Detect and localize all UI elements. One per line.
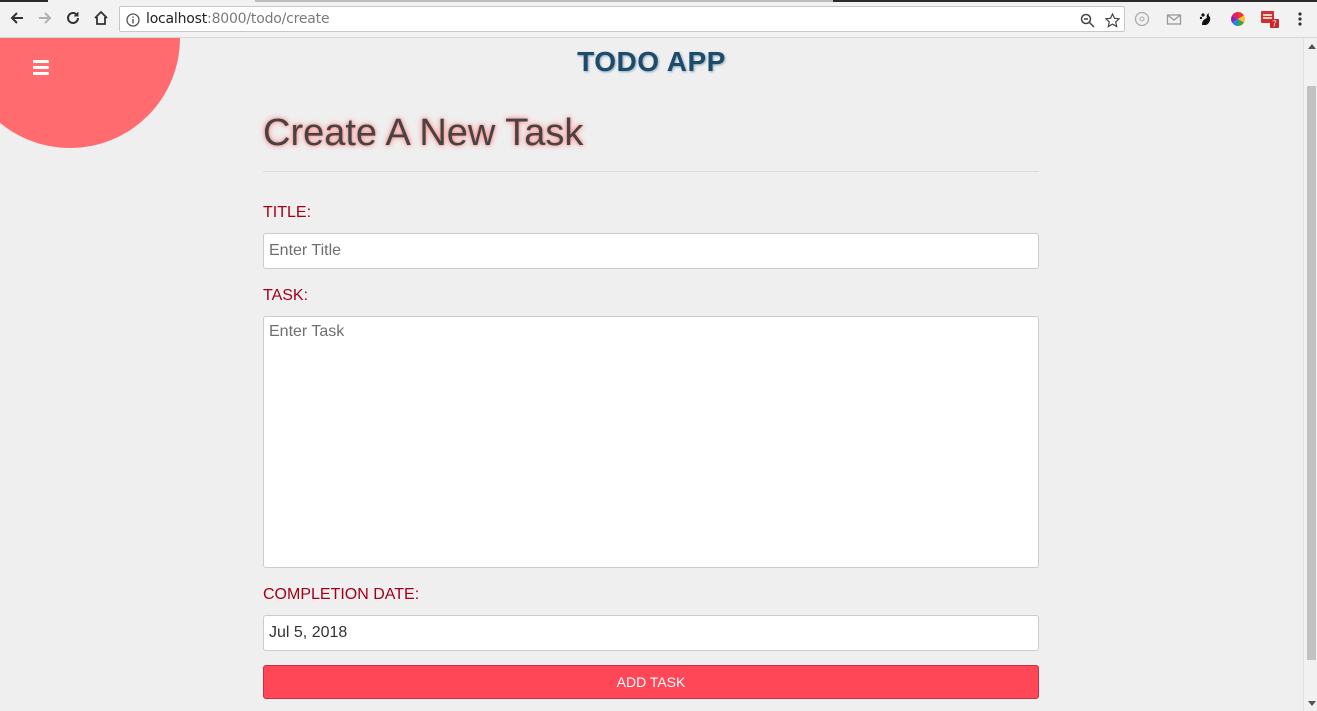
- tab-edge: [833, 0, 1317, 2]
- create-task-form: Create A New Task TITLE: TASK: COMPLETIO…: [263, 110, 1039, 699]
- scroll-down-icon[interactable]: [1307, 699, 1316, 707]
- completion-date-input[interactable]: Jul 5, 2018: [263, 615, 1039, 651]
- scroll-up-icon[interactable]: [1307, 42, 1316, 50]
- url-host: localhost: [146, 11, 208, 27]
- extension-gnome-icon[interactable]: [1196, 9, 1216, 29]
- task-textarea[interactable]: [263, 316, 1039, 568]
- title-label: TITLE:: [263, 204, 312, 221]
- reload-icon[interactable]: [62, 7, 84, 29]
- completion-date-label: COMPLETION DATE:: [263, 586, 420, 603]
- info-icon[interactable]: [124, 11, 142, 29]
- tab-edge: [255, 0, 833, 2]
- page-scrollbar[interactable]: [1303, 38, 1317, 711]
- browser-toolbar: localhost:8000/todo/create 7: [0, 0, 1317, 38]
- completion-date-value: Jul 5, 2018: [269, 624, 348, 641]
- extension-todo-icon[interactable]: 7: [1260, 9, 1280, 29]
- extension-mail-icon[interactable]: [1164, 9, 1184, 29]
- bookmark-star-icon[interactable]: [1103, 11, 1121, 29]
- tab-edge: [0, 0, 48, 2]
- forward-icon[interactable]: [34, 7, 56, 29]
- back-icon[interactable]: [6, 7, 28, 29]
- svg-text:7: 7: [1272, 20, 1277, 29]
- app-title: TODO APP: [577, 46, 726, 77]
- extension-circle-icon[interactable]: [1132, 9, 1152, 29]
- page-viewport: TODO APP Create A New Task TITLE: TASK: …: [0, 38, 1303, 711]
- menu-kebab-icon[interactable]: [1290, 9, 1310, 29]
- task-label: TASK:: [263, 287, 309, 304]
- scrollbar-thumb[interactable]: [1307, 86, 1316, 660]
- divider: [263, 171, 1039, 172]
- page-heading: Create A New Task: [263, 112, 584, 154]
- title-input[interactable]: [263, 233, 1039, 269]
- url-path: :8000/todo/create: [207, 11, 330, 27]
- extension-color-wheel-icon[interactable]: [1228, 9, 1248, 29]
- add-task-button[interactable]: ADD TASK: [263, 665, 1039, 699]
- home-icon[interactable]: [90, 7, 112, 29]
- zoom-icon[interactable]: [1078, 11, 1096, 29]
- address-bar[interactable]: localhost:8000/todo/create: [119, 6, 1125, 32]
- url-text: localhost:8000/todo/create: [146, 11, 330, 27]
